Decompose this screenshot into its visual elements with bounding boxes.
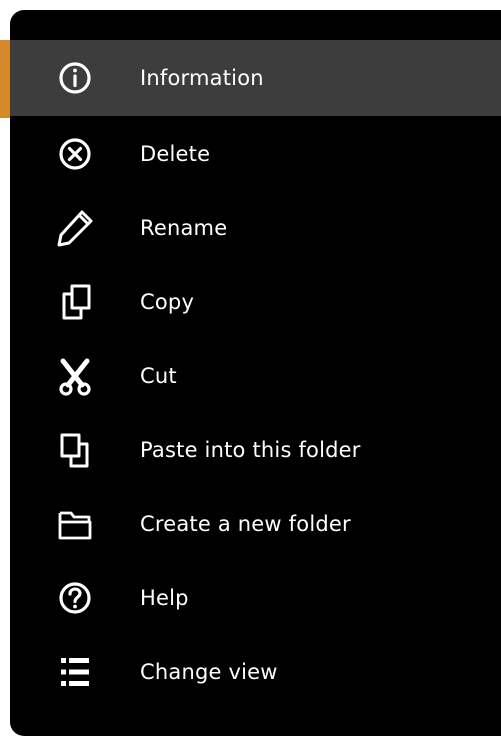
pencil-icon [52,205,98,251]
menu-item-information[interactable]: Information [10,40,501,116]
menu-item-label: Copy [140,290,195,314]
menu-item-rename[interactable]: Rename [10,190,501,266]
paste-icon [52,427,98,473]
folder-icon [52,501,98,547]
menu-item-paste[interactable]: Paste into this folder [10,412,501,488]
help-icon [52,575,98,621]
menu-item-label: Change view [140,660,278,684]
menu-item-cut[interactable]: Cut [10,338,501,414]
menu-item-create-folder[interactable]: Create a new folder [10,486,501,562]
menu-item-label: Rename [140,216,228,240]
menu-item-label: Delete [140,142,211,166]
menu-item-label: Create a new folder [140,512,351,536]
menu-item-label: Help [140,586,189,610]
menu-item-label: Cut [140,364,177,388]
context-menu: Information Delete Rename Copy Cut Paste… [10,10,501,736]
info-icon [52,55,98,101]
list-view-icon [52,649,98,695]
copy-icon [52,279,98,325]
scissors-icon [52,353,98,399]
menu-item-label: Paste into this folder [140,438,361,462]
delete-icon [52,131,98,177]
menu-item-copy[interactable]: Copy [10,264,501,340]
menu-item-change-view[interactable]: Change view [10,634,501,710]
menu-item-label: Information [140,66,264,90]
screen: Information Delete Rename Copy Cut Paste… [0,0,501,745]
menu-item-help[interactable]: Help [10,560,501,636]
menu-item-delete[interactable]: Delete [10,116,501,192]
